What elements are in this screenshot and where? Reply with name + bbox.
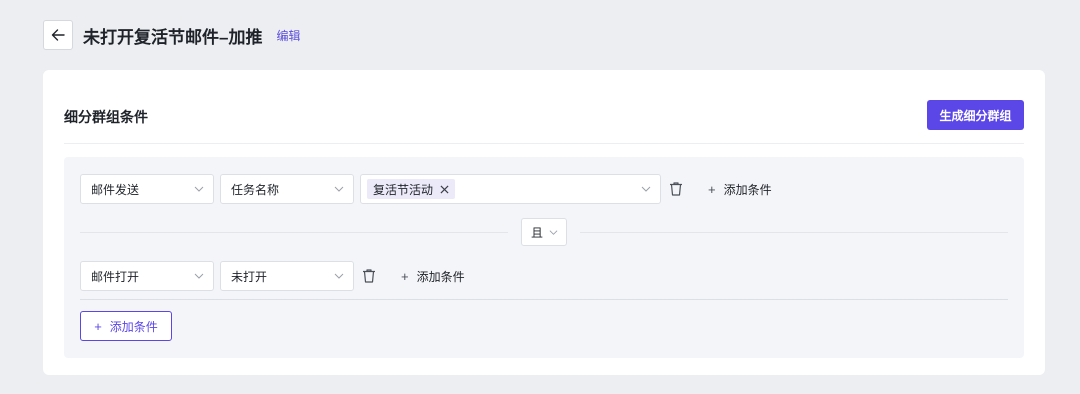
- page-header: 未打开复活节邮件–加推 编辑: [43, 20, 300, 50]
- separator-line-right: [580, 232, 1008, 233]
- chevron-down-icon: [549, 230, 558, 235]
- segment-conditions-card: 细分群组条件 生成细分群组 邮件发送 任务名称 复活节活动 + 添加条件 且 邮…: [43, 70, 1045, 375]
- add-condition-label: 添加条件: [416, 269, 465, 284]
- field-select-2[interactable]: 邮件打开: [80, 261, 214, 291]
- chevron-down-icon: [194, 186, 204, 192]
- plus-icon: +: [401, 268, 409, 284]
- arrow-left-icon: [51, 29, 65, 41]
- add-condition-label: 添加条件: [723, 182, 772, 197]
- field-select-1-value: 邮件发送: [91, 182, 140, 197]
- card-title: 细分群组条件: [64, 109, 148, 125]
- add-condition-button-label: 添加条件: [109, 319, 158, 334]
- plus-icon: +: [94, 318, 102, 334]
- field-select-2-value: 邮件打开: [91, 269, 140, 284]
- row-divider: [80, 299, 1008, 300]
- field-select-1[interactable]: 邮件发送: [80, 174, 214, 204]
- logic-operator-value: 且: [531, 225, 544, 240]
- conditions-panel: 邮件发送 任务名称 复活节活动 + 添加条件 且 邮件打开 未打开 + 添加条件…: [64, 157, 1024, 358]
- chevron-down-icon: [334, 273, 344, 279]
- divider: [64, 143, 1024, 144]
- add-condition-link-1[interactable]: + 添加条件: [708, 181, 772, 197]
- chevron-down-icon: [194, 273, 204, 279]
- value-select-2-value: 未打开: [231, 269, 268, 284]
- chevron-down-icon: [641, 186, 651, 192]
- logic-operator-select[interactable]: 且: [521, 218, 567, 246]
- add-condition-link-2[interactable]: + 添加条件: [401, 268, 465, 284]
- attribute-select-1-value: 任务名称: [231, 182, 280, 197]
- separator-line-left: [80, 232, 508, 233]
- attribute-select-1[interactable]: 任务名称: [220, 174, 354, 204]
- value-select-2[interactable]: 未打开: [220, 261, 354, 291]
- trash-icon[interactable]: [668, 181, 684, 197]
- close-icon[interactable]: [440, 184, 449, 194]
- add-condition-button[interactable]: + 添加条件: [80, 311, 172, 341]
- generate-segment-button[interactable]: 生成细分群组: [927, 100, 1024, 130]
- edit-link[interactable]: 编辑: [276, 27, 300, 44]
- page-title: 未打开复活节邮件–加推: [83, 27, 263, 47]
- chevron-down-icon: [334, 186, 344, 192]
- back-button[interactable]: [43, 20, 73, 50]
- plus-icon: +: [708, 181, 716, 197]
- trash-icon[interactable]: [361, 268, 377, 284]
- value-tag: 复活节活动: [367, 179, 456, 199]
- value-multiselect-1[interactable]: 复活节活动: [360, 174, 661, 204]
- value-tag-label: 复活节活动: [373, 182, 434, 197]
